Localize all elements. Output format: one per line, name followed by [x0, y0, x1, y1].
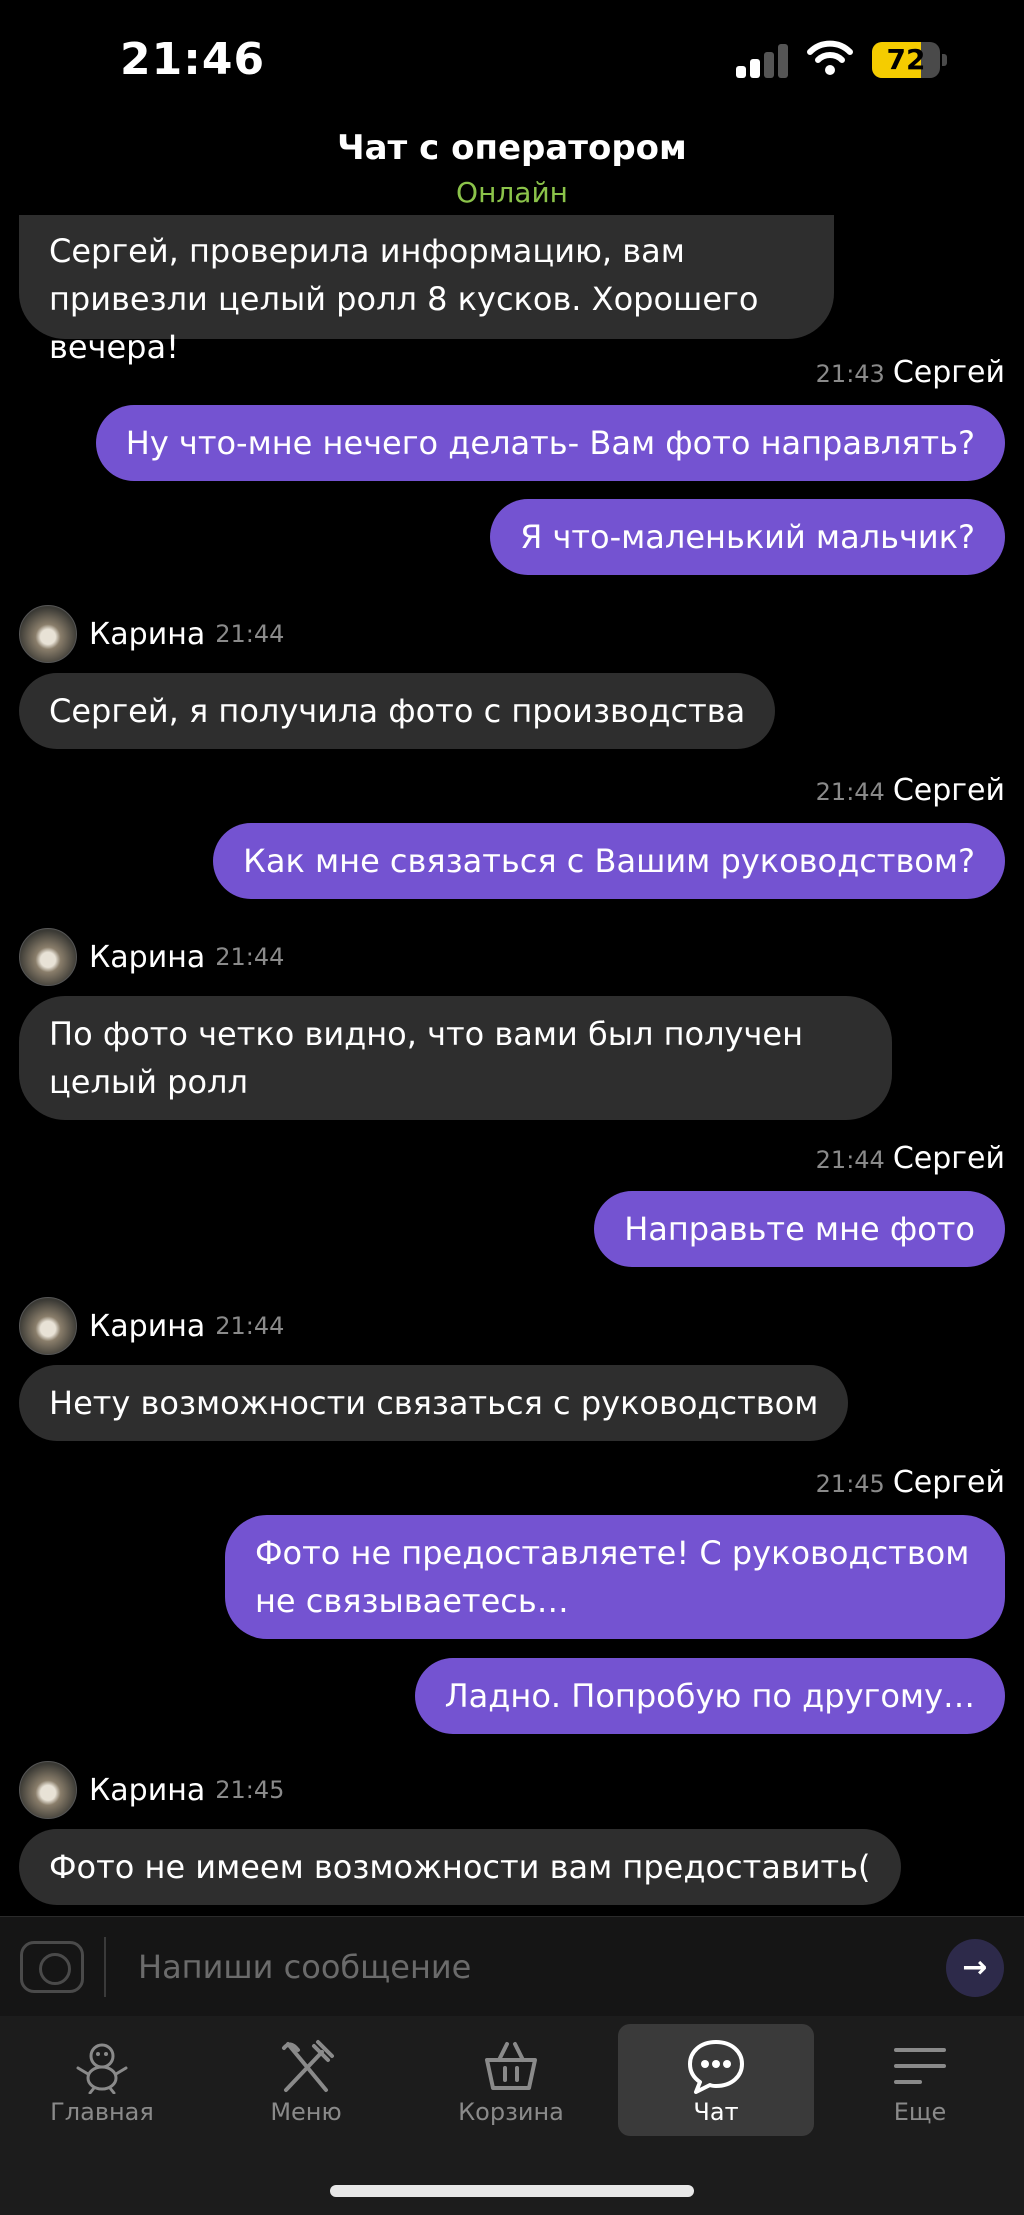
- message-author: Сергей: [892, 1141, 1005, 1176]
- message-author: Сергей: [892, 355, 1005, 390]
- message-outgoing: Направьте мне фото: [594, 1191, 1005, 1267]
- message-text: По фото четко видно, что вами был получе…: [49, 1015, 803, 1101]
- arrow-right-icon: →: [962, 1950, 988, 1985]
- message-meta: Карина 21:45: [19, 1761, 284, 1819]
- camera-icon[interactable]: [20, 1941, 84, 1993]
- message-time: 21:44: [815, 1146, 885, 1174]
- battery-icon: 72: [872, 42, 948, 78]
- wifi-icon: [807, 40, 853, 75]
- message-text: Ну что-мне нечего делать- Вам фото напра…: [125, 424, 975, 462]
- message-text: Я что-маленький мальчик?: [520, 518, 975, 556]
- message-text: Фото не имеем возможности вам предостави…: [49, 1848, 871, 1886]
- message-outgoing: Ну что-мне нечего делать- Вам фото напра…: [95, 405, 1005, 481]
- message-time: 21:44: [215, 620, 285, 648]
- message-text: Направьте мне фото: [624, 1210, 975, 1248]
- avatar[interactable]: [19, 605, 77, 663]
- message-incoming: Сергей, я получила фото с производства: [19, 673, 776, 749]
- mascot-icon: [76, 2043, 128, 2094]
- battery-level: 72: [886, 43, 926, 76]
- tab-label: Главная: [50, 2098, 154, 2126]
- message-author: Карина: [89, 1308, 206, 1344]
- tab-home[interactable]: Главная: [4, 2024, 200, 2136]
- message-meta: 21:44 Сергей: [816, 1141, 1005, 1176]
- message-incoming: По фото четко видно, что вами был получе…: [19, 996, 892, 1120]
- message-outgoing: Как мне связаться с Вашим руководством?: [213, 823, 1005, 899]
- message-meta: 21:43 Сергей: [816, 355, 1005, 390]
- message-author: Сергей: [892, 1465, 1005, 1500]
- message-time: 21:44: [215, 1312, 285, 1340]
- message-time: 21:43: [815, 360, 885, 388]
- message-meta: 21:45 Сергей: [816, 1465, 1005, 1500]
- message-author: Карина: [89, 616, 206, 652]
- divider: [104, 1937, 106, 1997]
- tab-label: Чат: [693, 2098, 739, 2126]
- avatar[interactable]: [19, 1761, 77, 1819]
- message-time: 21:45: [215, 1776, 285, 1804]
- status-bar: 21:46 72: [0, 0, 1024, 120]
- tab-menu[interactable]: Меню: [208, 2024, 404, 2136]
- message-meta: Карина 21:44: [19, 928, 284, 986]
- message-outgoing: Я что-маленький мальчик?: [490, 499, 1005, 575]
- chat-header: Чат с оператором Онлайн: [0, 120, 1024, 220]
- message-text: Ладно. Попробую по другому…: [444, 1677, 975, 1715]
- tab-more[interactable]: Еще: [822, 2024, 1018, 2136]
- chat-bubble-icon: [688, 2040, 744, 2094]
- chat-title: Чат с оператором: [337, 128, 687, 168]
- menu-lines-icon: [894, 2048, 946, 2084]
- status-time: 21:46: [120, 34, 266, 85]
- message-text: Фото не предоставляете! С руководством н…: [255, 1534, 970, 1620]
- message-outgoing: Фото не предоставляете! С руководством н…: [225, 1515, 1005, 1639]
- message-incoming: Нету возможности связаться с руководство…: [19, 1365, 849, 1441]
- message-composer: →: [0, 1916, 1024, 2016]
- basket-icon: [485, 2042, 537, 2090]
- tab-chat[interactable]: Чат: [618, 2024, 814, 2136]
- home-indicator: [330, 2185, 694, 2197]
- operator-status: Онлайн: [456, 176, 568, 209]
- message-author: Карина: [89, 939, 206, 975]
- message-list[interactable]: Сергей, проверила информацию, вам привез…: [0, 215, 1024, 1915]
- avatar[interactable]: [19, 1297, 77, 1355]
- message-incoming: Фото не имеем возможности вам предостави…: [19, 1829, 901, 1905]
- message-author: Карина: [89, 1772, 206, 1808]
- message-meta: 21:44 Сергей: [816, 773, 1005, 808]
- message-input[interactable]: [138, 1937, 918, 1997]
- message-meta: Карина 21:44: [19, 1297, 284, 1355]
- message-text: Сергей, я получила фото с производства: [49, 692, 746, 730]
- message-incoming: Сергей, проверила информацию, вам привез…: [19, 215, 834, 366]
- message-text: Как мне связаться с Вашим руководством?: [243, 842, 975, 880]
- send-button[interactable]: →: [946, 1939, 1004, 1997]
- message-text: Сергей, проверила информацию, вам привез…: [49, 232, 759, 366]
- tab-cart[interactable]: Корзина: [413, 2024, 609, 2136]
- tab-label: Меню: [270, 2098, 342, 2126]
- tab-label: Корзина: [458, 2098, 564, 2126]
- cellular-signal-icon: [736, 44, 792, 78]
- message-time: 21:44: [815, 778, 885, 806]
- fork-knife-icon: [282, 2040, 334, 2092]
- message-meta: Карина 21:44: [19, 605, 284, 663]
- avatar[interactable]: [19, 928, 77, 986]
- message-text: Нету возможности связаться с руководство…: [49, 1384, 819, 1422]
- message-time: 21:45: [815, 1470, 885, 1498]
- tab-label: Еще: [893, 2098, 947, 2126]
- tab-bar: Главная Меню Корзина Чат Еще: [0, 2016, 1024, 2215]
- message-time: 21:44: [215, 943, 285, 971]
- message-outgoing: Ладно. Попробую по другому…: [414, 1658, 1005, 1734]
- message-author: Сергей: [892, 773, 1005, 808]
